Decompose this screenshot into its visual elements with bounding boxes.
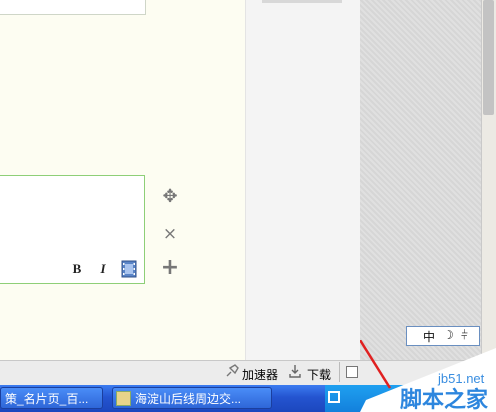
title-input[interactable] [0, 0, 146, 15]
bold-button[interactable]: B [68, 260, 86, 278]
zoom-icon[interactable] [346, 366, 358, 378]
annotation-arrow [360, 340, 392, 389]
taskbar-item[interactable]: 策_名片页_百... [0, 387, 103, 409]
taskbar-item[interactable]: 海淀山后线周边交... [112, 387, 272, 409]
accelerator-label[interactable]: 加速器 [242, 366, 278, 383]
comment-textarea[interactable]: B I [0, 175, 145, 284]
rocket-icon[interactable] [225, 364, 239, 381]
download-label[interactable]: 下载 [307, 366, 331, 383]
move-icon[interactable]: ✥ [160, 187, 180, 207]
page-background [360, 0, 481, 360]
watermark-brand: 脚本之家 [400, 387, 489, 412]
document-icon [116, 391, 131, 406]
side-panel [245, 0, 361, 360]
watermark: jb51.net 脚本之家 [360, 340, 496, 412]
video-icon[interactable] [121, 260, 137, 281]
italic-button[interactable]: I [94, 260, 112, 278]
add-icon[interactable]: + [160, 257, 180, 279]
scrollbar-thumb[interactable] [483, 0, 494, 115]
download-icon[interactable] [288, 364, 302, 381]
status-divider [339, 362, 340, 382]
watermark-site: jb51.net [437, 371, 485, 386]
close-icon[interactable]: × [160, 224, 180, 244]
side-panel-text [262, 0, 342, 3]
window-icon[interactable] [328, 391, 340, 403]
